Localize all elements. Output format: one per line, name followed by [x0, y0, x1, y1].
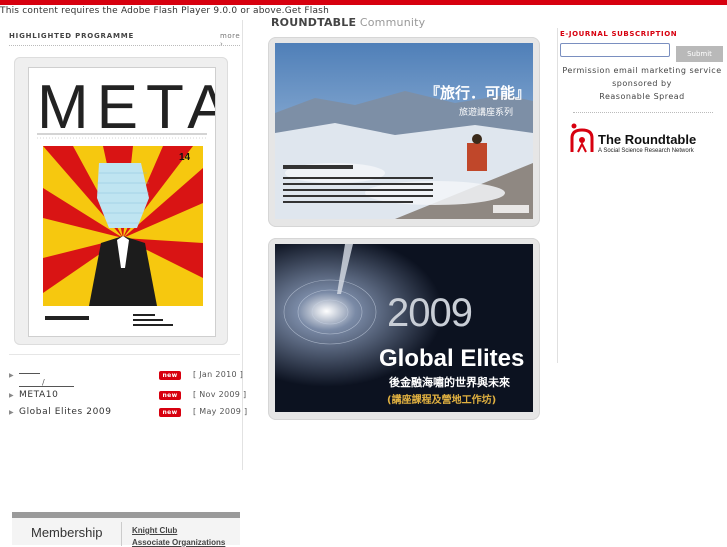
- meta-cover-graphic: META: [29, 68, 215, 336]
- ejournal-title: E-JOURNAL SUBSCRIPTION: [560, 30, 678, 38]
- more-link-label: more: [220, 32, 241, 40]
- travel-talk-heading: 『旅行．可能』: [425, 84, 530, 102]
- roundtable-logo-title: The Roundtable: [598, 132, 697, 147]
- chevron-right-icon: ›: [220, 40, 224, 48]
- programme-date: [ Nov 2009 ]: [193, 390, 247, 399]
- membership-item-knight-club[interactable]: Knight Club: [132, 526, 177, 535]
- new-badge: new: [159, 391, 181, 400]
- travel-talk-card[interactable]: 『旅行．可能』 旅遊講座系列: [268, 37, 540, 227]
- programme-item[interactable]: ▶ Global Elites 2009 new [ May 2009 ]: [9, 407, 247, 421]
- highlighted-programme-title: HIGHLIGHTED PROGRAMME: [9, 32, 135, 40]
- community-label: Community: [359, 16, 426, 29]
- travel-talk-graphic: 『旅行．可能』 旅遊講座系列: [275, 43, 533, 219]
- ejournal-email-input[interactable]: [560, 43, 670, 57]
- bullet-arrow-icon: ▶: [9, 372, 14, 379]
- travel-talk-subheading: 旅遊講座系列: [459, 106, 513, 118]
- programme-item[interactable]: ▶ / new [ Jan 2010 ]: [9, 370, 244, 387]
- divider: [121, 522, 122, 546]
- divider: [573, 112, 713, 113]
- cover-frame: META: [14, 57, 228, 345]
- bullet-arrow-icon: ▶: [9, 409, 14, 416]
- the-roundtable-logo[interactable]: The Roundtable A Social Science Research…: [568, 122, 718, 156]
- membership-title: Membership: [31, 525, 103, 540]
- ejournal-panel: E-JOURNAL SUBSCRIPTION Submit Permission…: [557, 28, 727, 363]
- ejournal-submit-button[interactable]: Submit: [676, 46, 723, 62]
- get-flash-link[interactable]: Get Flash: [285, 6, 329, 16]
- programme-link-underline: [19, 386, 74, 387]
- highlighted-programme-panel: HIGHLIGHTED PROGRAMME more › META: [2, 20, 247, 470]
- global-elites-line1: 後金融海嘯的世界與未來: [389, 375, 510, 389]
- global-elites-graphic: 2009 Global Elites 後金融海嘯的世界與未來 (講座課程及營地工…: [275, 244, 533, 412]
- roundtable-logo-subtitle: A Social Science Research Network: [598, 148, 694, 154]
- roundtable-community-heading: ROUNDTABLE Community: [271, 16, 425, 29]
- programme-link-underline: [19, 373, 40, 374]
- programme-date: [ May 2009 ]: [193, 407, 248, 416]
- programme-name[interactable]: Global Elites 2009: [19, 407, 112, 417]
- global-elites-line2: (講座課程及營地工作坊): [387, 393, 496, 406]
- flash-notice-text: This content requires the Adobe Flash Pl…: [0, 6, 285, 16]
- membership-item-associate-organizations[interactable]: Associate Organizations: [132, 538, 225, 547]
- new-badge: new: [159, 408, 181, 417]
- programme-date: [ Jan 2010 ]: [193, 370, 244, 379]
- bullet-arrow-icon: ▶: [9, 392, 14, 399]
- ejournal-line2: sponsored by: [612, 79, 672, 88]
- ejournal-line3[interactable]: Reasonable Spread: [558, 92, 726, 101]
- global-elites-card[interactable]: 2009 Global Elites 後金融海嘯的世界與未來 (講座課程及營地工…: [268, 238, 540, 420]
- cover-issue: 14: [179, 152, 191, 163]
- divider: [9, 45, 240, 46]
- flash-notice: This content requires the Adobe Flash Pl…: [0, 6, 329, 16]
- programme-item[interactable]: ▶ META10 new [ Nov 2009 ]: [9, 390, 246, 404]
- ejournal-line1: Permission email marketing service: [562, 66, 722, 75]
- programme-name[interactable]: META10: [19, 390, 58, 400]
- new-badge: new: [159, 371, 181, 380]
- top-accent-bar: [0, 0, 727, 5]
- travel-talk-banner[interactable]: 『旅行．可能』 旅遊講座系列: [275, 43, 533, 219]
- meta-cover-image[interactable]: META: [28, 67, 216, 337]
- divider: [9, 354, 240, 355]
- membership-box[interactable]: Membership Knight Club Associate Organiz…: [12, 512, 240, 547]
- cover-title: META: [37, 73, 215, 142]
- global-elites-year: 2009: [387, 291, 472, 335]
- roundtable-logo-icon: [570, 123, 594, 153]
- global-elites-title: Global Elites: [379, 345, 524, 372]
- global-elites-banner[interactable]: 2009 Global Elites 後金融海嘯的世界與未來 (講座課程及營地工…: [275, 244, 533, 412]
- roundtable-brand: ROUNDTABLE: [271, 16, 357, 29]
